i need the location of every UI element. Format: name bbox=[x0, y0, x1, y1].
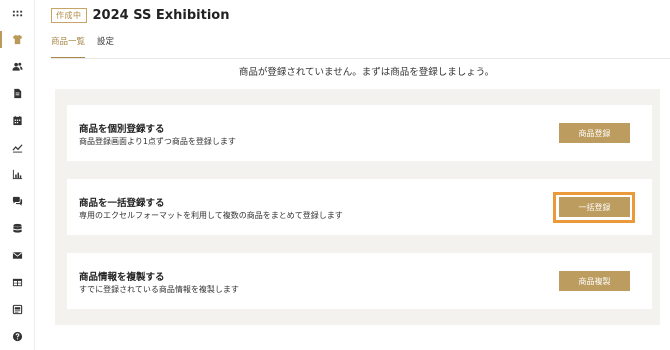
help-icon[interactable] bbox=[0, 323, 34, 350]
mail-icon[interactable] bbox=[0, 242, 34, 269]
bar-chart-icon[interactable] bbox=[0, 161, 34, 188]
table-icon[interactable] bbox=[0, 269, 34, 296]
duplicate-card: 商品情報を複製する すでに登録されている商品情報を複製します 商品複製 bbox=[67, 253, 652, 309]
trend-chart-icon[interactable] bbox=[0, 134, 34, 161]
page-header: 作成中 2024 SS Exhibition bbox=[51, 5, 229, 25]
tab-settings[interactable]: 設定 bbox=[97, 36, 114, 57]
individual-register-card: 商品を個別登録する 商品登録画面より1点ずつ商品を登録します 商品登録 bbox=[67, 105, 652, 161]
card-description: すでに登録されている商品情報を複製します bbox=[79, 285, 239, 294]
duplicate-product-button[interactable]: 商品複製 bbox=[559, 271, 630, 291]
database-icon[interactable] bbox=[0, 215, 34, 242]
apps-grid-icon[interactable] bbox=[0, 0, 34, 27]
tab-product-list[interactable]: 商品一覧 bbox=[51, 36, 86, 58]
page-title: 2024 SS Exhibition bbox=[92, 7, 230, 23]
card-title: 商品を個別登録する bbox=[79, 124, 165, 135]
card-title: 商品情報を複製する bbox=[79, 272, 165, 283]
bulk-register-button[interactable]: 一括登録 bbox=[559, 197, 630, 217]
chat-icon[interactable] bbox=[0, 188, 34, 215]
status-badge: 作成中 bbox=[51, 7, 87, 23]
tab-bar: 商品一覧 設定 bbox=[51, 36, 670, 59]
tshirt-icon[interactable] bbox=[0, 26, 34, 53]
calendar-icon[interactable] bbox=[0, 107, 34, 134]
bulk-register-card: 商品を一括登録する 専用のエクセルフォーマットを利用して複数の商品をまとめて登録… bbox=[67, 179, 652, 235]
empty-state-message: 商品が登録されていません。まずは商品を登録しましょう。 bbox=[238, 67, 495, 78]
document-icon[interactable] bbox=[0, 80, 34, 107]
card-description: 商品登録画面より1点ずつ商品を登録します bbox=[79, 137, 236, 146]
product-register-button[interactable]: 商品登録 bbox=[559, 123, 630, 143]
sidebar bbox=[0, 0, 35, 350]
registration-options-panel: 商品を個別登録する 商品登録画面より1点ずつ商品を登録します 商品登録 商品を一… bbox=[55, 89, 660, 325]
users-icon[interactable] bbox=[0, 53, 34, 80]
card-title: 商品を一括登録する bbox=[79, 198, 165, 209]
newspaper-icon[interactable] bbox=[0, 296, 34, 323]
card-description: 専用のエクセルフォーマットを利用して複数の商品をまとめて登録します bbox=[79, 211, 343, 220]
